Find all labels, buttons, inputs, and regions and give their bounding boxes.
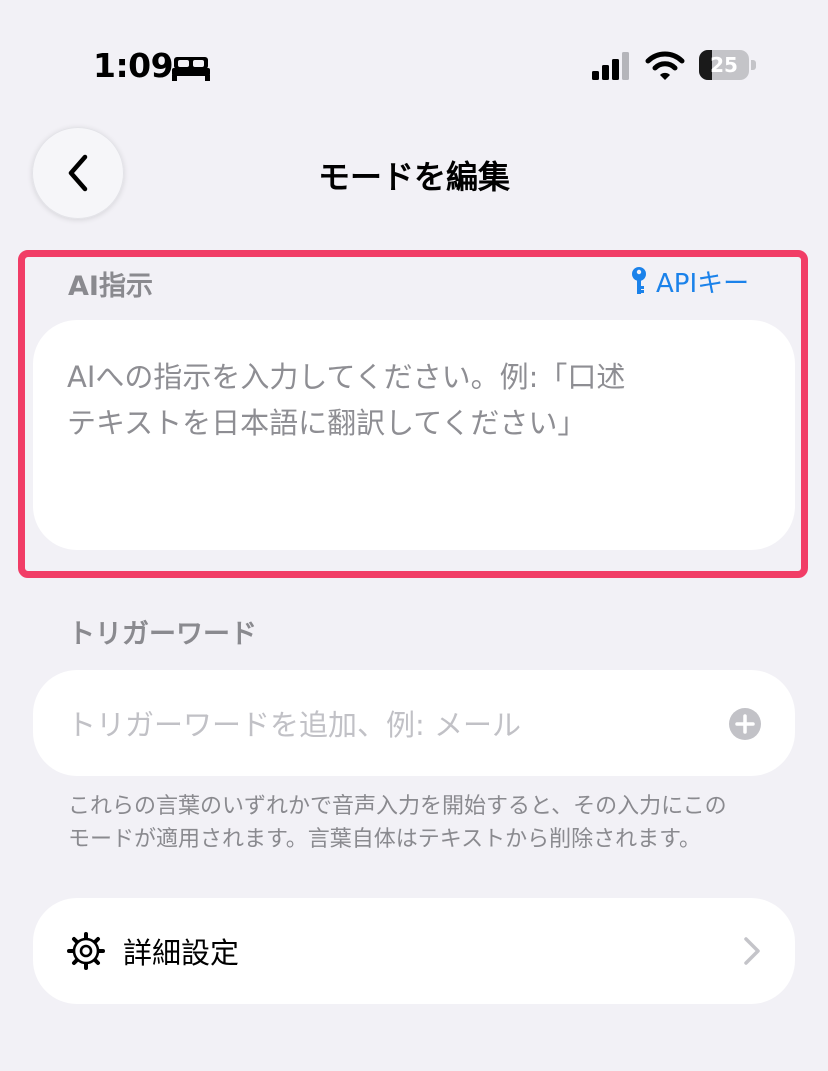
key-icon	[632, 267, 646, 294]
ai-instruction-input[interactable]: AIへの指示を入力してください。例:「口述 テキストを日本語に翻訳してください」	[33, 320, 795, 550]
trigger-word-input[interactable]: トリガーワードを追加、例: メール	[33, 670, 795, 776]
wifi-icon	[645, 51, 685, 80]
signal-icon	[592, 52, 629, 80]
battery-icon: 25	[699, 50, 749, 80]
trigger-words-label: トリガーワード	[68, 619, 257, 650]
trigger-word-placeholder: トリガーワードを追加、例: メール	[67, 708, 521, 742]
gear-icon	[67, 932, 105, 970]
api-key-label: APIキー	[656, 268, 750, 299]
ai-instruction-placeholder-line1: AIへの指示を入力してください。例:「口述	[67, 360, 626, 394]
api-key-link[interactable]: APIキー	[630, 264, 750, 299]
helper-line-1: これらの言葉のいずれかで音声入力を開始すると、その入力にこの	[68, 794, 727, 819]
sleep-icon	[172, 57, 210, 81]
status-bar: 1:09 25	[0, 0, 828, 120]
battery-cap	[751, 60, 756, 70]
advanced-settings-label: 詳細設定	[123, 936, 240, 970]
page-title: モードを編集	[317, 158, 510, 196]
helper-line-2: モードが適用されます。言葉自体はテキストから削除されます。	[68, 827, 701, 852]
chevron-right-icon	[744, 937, 760, 965]
ai-instruction-label: AI指示	[68, 271, 153, 302]
status-time: 1:09	[93, 46, 174, 85]
advanced-settings-row[interactable]: 詳細設定	[33, 898, 795, 1004]
battery-level: 25	[710, 53, 738, 77]
plus-circle-icon[interactable]	[729, 708, 761, 740]
ai-instruction-placeholder-line2: テキストを日本語に翻訳してください」	[67, 406, 587, 440]
trigger-words-helper: これらの言葉のいずれかで音声入力を開始すると、その入力にこの モードが適用されま…	[68, 790, 788, 856]
